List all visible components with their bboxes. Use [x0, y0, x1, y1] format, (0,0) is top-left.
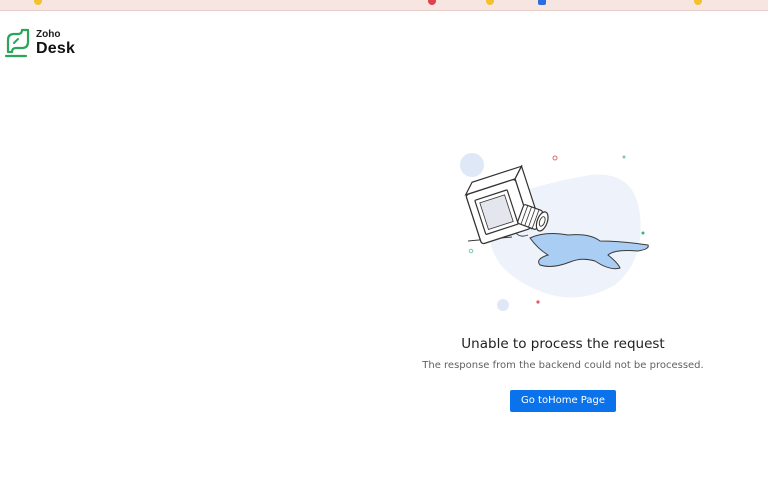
yellow-dot-icon[interactable]	[34, 0, 42, 5]
logo-zoho-text: Zoho	[36, 28, 61, 40]
red-dot-icon[interactable]	[428, 0, 436, 5]
logo-wordmark: Zoho Desk	[36, 28, 76, 57]
zoho-desk-logo[interactable]: Zoho Desk	[4, 28, 75, 58]
yellow-dot-icon[interactable]	[694, 0, 702, 5]
logo-desk-text: Desk	[36, 39, 76, 57]
browser-bookmarks-strip	[0, 0, 768, 11]
error-page: Zoho Desk Unable to process the request …	[0, 0, 768, 482]
spilled-ink-bottle-icon	[450, 145, 670, 320]
zoho-desk-mark-icon	[4, 28, 30, 58]
error-description: The response from the backend could not …	[422, 360, 704, 371]
go-to-home-page-button[interactable]: Go toHome Page	[509, 390, 616, 412]
error-message-block: Unable to process the request The respon…	[410, 336, 716, 412]
yellow-dot-icon[interactable]	[486, 0, 494, 5]
blue-square-icon[interactable]	[538, 0, 546, 5]
error-title: Unable to process the request	[461, 336, 665, 352]
